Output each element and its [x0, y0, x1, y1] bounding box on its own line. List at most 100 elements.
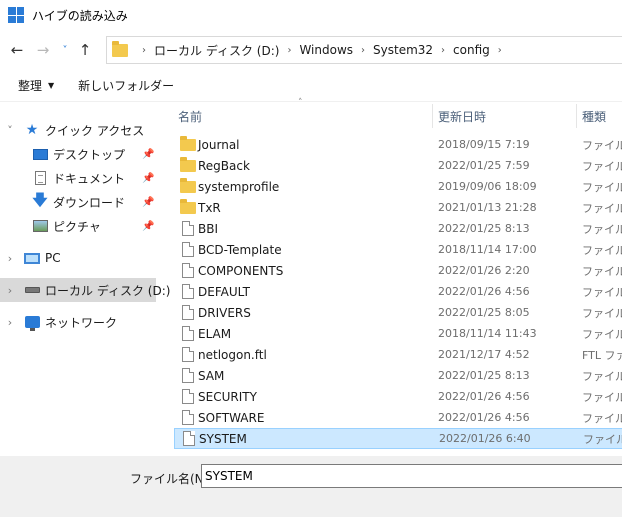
- up-arrow-icon[interactable]: ↑: [74, 38, 96, 62]
- sidebar-item-documents[interactable]: ドキュメント 📌: [0, 166, 156, 190]
- file-row[interactable]: SAM 2022/01/25 8:13 ファイル: [174, 365, 622, 386]
- file-name: BCD-Template: [198, 242, 282, 257]
- chevron-down-icon[interactable]: ˅: [5, 124, 15, 137]
- file-icon: [182, 305, 194, 320]
- file-type: ファイル: [582, 285, 622, 299]
- file-icon: [182, 347, 194, 362]
- file-type: ファイル: [583, 432, 622, 446]
- file-row[interactable]: systemprofile 2019/09/06 18:09 ファイル: [174, 176, 622, 197]
- chevron-right-icon[interactable]: ›: [5, 284, 15, 297]
- file-name: Journal: [198, 137, 240, 152]
- pin-icon: 📌: [142, 196, 155, 208]
- breadcrumb-system32[interactable]: System32: [373, 43, 433, 57]
- file-type: ファイル: [582, 369, 622, 383]
- desktop-icon: [32, 146, 48, 162]
- chevron-right-icon[interactable]: ›: [142, 45, 146, 56]
- address-bar[interactable]: › ローカル ディスク (D:) › Windows › System32 › …: [106, 36, 622, 64]
- pin-icon: 📌: [142, 172, 155, 184]
- sidebar-item-desktop[interactable]: デスクトップ 📌: [0, 142, 156, 166]
- file-type: ファイル: [582, 327, 622, 341]
- file-row[interactable]: ELAM 2018/11/14 11:43 ファイル: [174, 323, 622, 344]
- folder-icon: [180, 177, 196, 193]
- file-date: 2019/09/06 18:09: [438, 180, 537, 193]
- file-row[interactable]: SOFTWARE 2022/01/26 4:56 ファイル: [174, 407, 622, 428]
- organize-button[interactable]: 整理 ▼: [0, 77, 63, 94]
- folder-icon: [180, 198, 196, 214]
- file-name: BBI: [198, 221, 219, 236]
- file-list: ˄ 名前 更新日時 種類 Journal 2018/09/15 7:19 ファイル R…: [170, 98, 622, 454]
- forward-arrow-icon[interactable]: →: [32, 38, 54, 62]
- breadcrumb-config[interactable]: config: [453, 43, 490, 57]
- file-row[interactable]: TxR 2021/01/13 21:28 ファイル: [174, 197, 622, 218]
- recent-locations-chevron-icon[interactable]: ˅: [58, 38, 72, 62]
- chevron-right-icon[interactable]: ›: [5, 316, 15, 329]
- file-date: 2018/11/14 17:00: [438, 243, 537, 256]
- file-row[interactable]: RegBack 2022/01/25 7:59 ファイル: [174, 155, 622, 176]
- file-row[interactable]: BCD-Template 2018/11/14 17:00 ファイル: [174, 239, 622, 260]
- column-header-name[interactable]: 名前: [178, 104, 432, 128]
- file-type: FTL ファ: [582, 348, 622, 362]
- column-header-type[interactable]: 種類: [582, 104, 622, 128]
- file-type: ファイル: [582, 264, 622, 278]
- file-icon: [182, 410, 194, 425]
- column-header-date[interactable]: 更新日時: [438, 104, 574, 128]
- drive-icon: [24, 282, 40, 298]
- sidebar-item-quick-access[interactable]: ˅ ★ クイック アクセス: [0, 118, 156, 142]
- file-row[interactable]: SYSTEM 2022/01/26 6:40 ファイル: [174, 428, 622, 449]
- file-icon: [183, 431, 195, 446]
- sidebar-item-label: PC: [45, 251, 61, 265]
- chevron-right-icon[interactable]: ›: [498, 45, 502, 56]
- back-arrow-icon[interactable]: ←: [6, 38, 28, 62]
- chevron-right-icon[interactable]: ›: [287, 45, 291, 56]
- file-name: SOFTWARE: [198, 410, 265, 425]
- file-type: ファイル: [582, 222, 622, 236]
- file-type: ファイル: [582, 243, 622, 257]
- sidebar-item-label: ダウンロード: [53, 195, 126, 210]
- breadcrumb-windows[interactable]: Windows: [299, 43, 353, 57]
- file-row[interactable]: BBI 2022/01/25 8:13 ファイル: [174, 218, 622, 239]
- pin-icon: 📌: [142, 148, 155, 160]
- folder-icon: [180, 156, 196, 172]
- organize-label: 整理: [18, 79, 43, 93]
- sidebar-item-label: ピクチャ: [53, 219, 101, 234]
- folder-icon: [112, 40, 128, 57]
- file-date: 2022/01/25 8:13: [438, 369, 530, 382]
- file-date: 2022/01/26 2:20: [438, 264, 530, 277]
- navigation-bar: ← → ˅ ↑ › ローカル ディスク (D:) › Windows › Sys…: [0, 34, 622, 66]
- file-name: netlogon.ftl: [198, 347, 267, 362]
- breadcrumb-local-disk[interactable]: ローカル ディスク (D:): [154, 42, 279, 59]
- file-name: SYSTEM: [199, 431, 247, 446]
- file-type: ファイル: [582, 201, 622, 215]
- sidebar-item-local-disk[interactable]: › ローカル ディスク (D:): [0, 278, 170, 302]
- filename-input[interactable]: [201, 464, 622, 488]
- new-folder-button[interactable]: 新しいフォルダー: [69, 77, 183, 94]
- sidebar-item-downloads[interactable]: 🡇 ダウンロード 📌: [0, 190, 156, 214]
- download-icon: 🡇: [32, 190, 48, 209]
- file-name: COMPONENTS: [198, 263, 284, 278]
- navigation-pane: ˅ ★ クイック アクセス デスクトップ 📌 ドキュメント 📌 🡇 ダウンロード…: [0, 104, 170, 454]
- pc-icon: [24, 250, 40, 266]
- file-type: ファイル: [582, 411, 622, 425]
- file-row[interactable]: DRIVERS 2022/01/25 8:05 ファイル: [174, 302, 622, 323]
- chevron-right-icon[interactable]: ›: [441, 45, 445, 56]
- sidebar-item-pictures[interactable]: ピクチャ 📌: [0, 214, 156, 238]
- column-divider[interactable]: [576, 104, 577, 128]
- sidebar-item-pc[interactable]: › PC: [0, 246, 156, 270]
- chevron-right-icon[interactable]: ›: [361, 45, 365, 56]
- file-icon: [182, 263, 194, 278]
- column-divider[interactable]: [432, 104, 433, 128]
- file-type: ファイル: [582, 138, 622, 152]
- pin-icon: 📌: [142, 220, 155, 232]
- file-row[interactable]: DEFAULT 2022/01/26 4:56 ファイル: [174, 281, 622, 302]
- file-row[interactable]: SECURITY 2022/01/26 4:56 ファイル: [174, 386, 622, 407]
- documents-icon: [32, 170, 48, 186]
- chevron-right-icon[interactable]: ›: [5, 252, 15, 265]
- file-row[interactable]: netlogon.ftl 2021/12/17 4:52 FTL ファ: [174, 344, 622, 365]
- sidebar-item-network[interactable]: › ネットワーク: [0, 310, 156, 334]
- file-row[interactable]: COMPONENTS 2022/01/26 2:20 ファイル: [174, 260, 622, 281]
- file-name: ELAM: [198, 326, 232, 341]
- command-toolbar: 整理 ▼ 新しいフォルダー: [0, 70, 622, 102]
- file-icon: [182, 389, 194, 404]
- file-row[interactable]: Journal 2018/09/15 7:19 ファイル: [174, 134, 622, 155]
- file-type: ファイル: [582, 390, 622, 404]
